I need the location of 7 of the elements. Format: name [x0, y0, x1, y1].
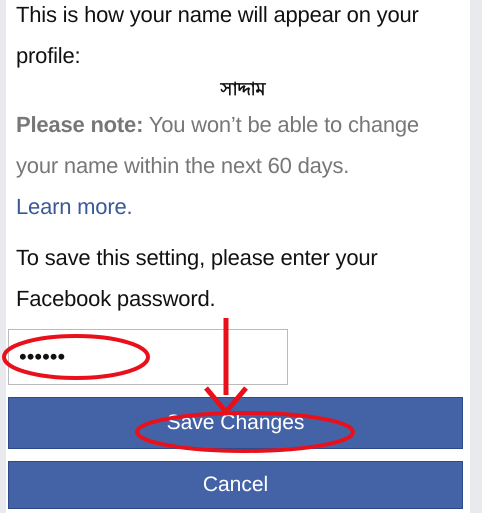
intro-text: This is how your name will appear on your profile:: [16, 1, 420, 70]
display-name: সাদ্দাম: [218, 78, 267, 101]
password-field[interactable]: ••••••: [8, 329, 288, 385]
note-text: Please note: You won’t be able to change your name within the next 60 days. Learn more.: [16, 111, 420, 221]
password-prompt: To save this setting, please enter your Facebook password.: [16, 244, 379, 313]
cancel-button[interactable]: Cancel: [8, 461, 463, 509]
learn-more-link[interactable]: Learn more.: [16, 194, 132, 219]
